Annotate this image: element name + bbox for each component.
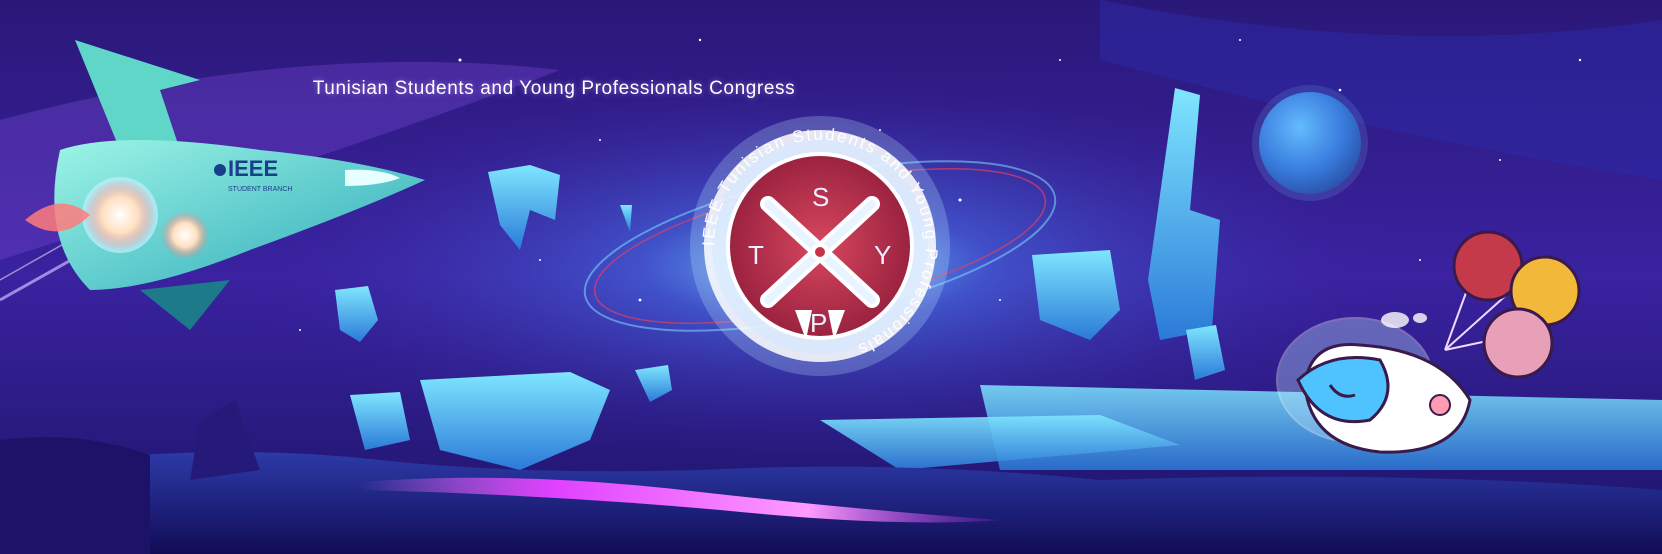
ship-ieee-label: IEEE (228, 156, 278, 181)
ieee-logo-icon (214, 164, 226, 176)
congress-logo: S T Y P IEEE Tunisian Students and Young… (690, 116, 950, 376)
logo-letter-y: Y (874, 240, 891, 270)
logo-letter-s: S (812, 182, 829, 212)
logo-letter-t: T (748, 240, 764, 270)
pink-balloon (1482, 307, 1554, 379)
logo-letter-p: P (810, 308, 827, 338)
congress-banner: S T Y P IEEE Tunisian Students and Young… (0, 0, 1662, 554)
congress-title: Tunisian Students and Young Professional… (312, 78, 796, 99)
ship-branch-label: STUDENT BRANCH (228, 186, 292, 193)
